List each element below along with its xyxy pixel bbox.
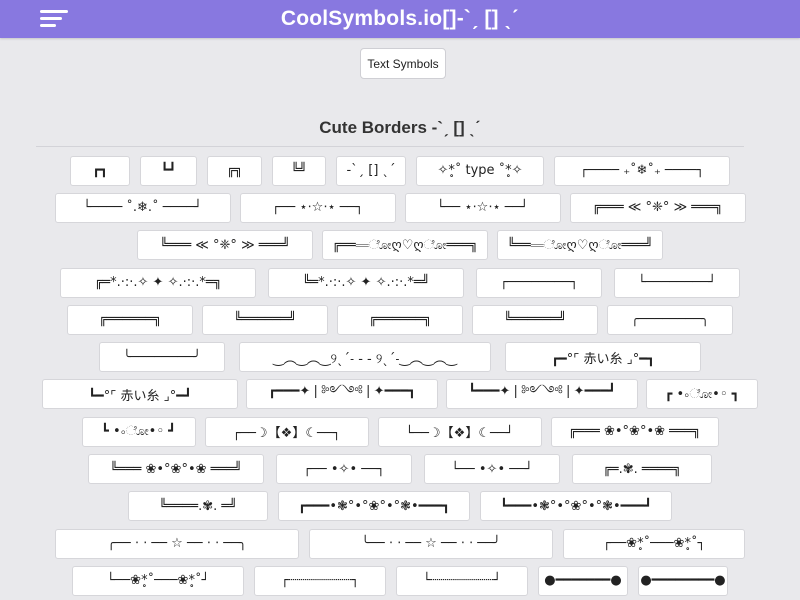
- border-symbol-button[interactable]: ╔═══ ❀•°❀°•❀ ═══╗: [550, 416, 719, 447]
- border-symbol-button[interactable]: ●━━━━━━━●: [538, 565, 628, 596]
- border-symbol-button[interactable]: ┗┛: [140, 155, 197, 186]
- border-symbol-button[interactable]: ┌──❀*̥˚───❀*̥˚┐: [563, 528, 745, 559]
- border-symbol-button[interactable]: ┏━━━•❃°•°❀°•°❃•━━━┓: [278, 491, 470, 522]
- border-symbol-button[interactable]: └──❀*̥˚───❀*̥˚┘: [72, 565, 244, 596]
- border-symbol-button[interactable]: ╚═*.·:·.✧ ✦ ✧.·:·.*═╝: [268, 267, 464, 298]
- border-symbol-button[interactable]: -`ˏ [] ˎˊ: [336, 155, 406, 186]
- border-symbol-button[interactable]: ●━━━━━━━━●: [638, 565, 728, 596]
- border-symbol-button[interactable]: ╚══════╝: [472, 304, 598, 335]
- border-symbol-button[interactable]: └── ⋆⋅☆⋅⋆ ──┘: [404, 192, 561, 223]
- border-symbol-button[interactable]: └┈┈┈┈┈┈┈┈┘: [396, 565, 528, 596]
- border-symbol-button[interactable]: ╔═══ೋღ♡ღೋ═══╗: [322, 230, 488, 261]
- border-symbol-button[interactable]: └──☽【❖】☾──┘: [377, 416, 542, 447]
- border-symbol-button[interactable]: ┏┓: [70, 155, 130, 186]
- section-title: Cute Borders -`ˏ [] ˎˊ: [319, 118, 481, 137]
- border-symbol-button[interactable]: ┌──── ₊˚❄˚₊ ────┐: [554, 155, 730, 186]
- border-row: └──── ˚.❄.˚ ────┘ ┌── ⋆⋅☆⋅⋆ ──┐ └── ⋆⋅☆⋅⋆ …: [0, 189, 800, 226]
- border-row: ┗━°⌜ 赤い糸 ⌟°━┛ ┏━━━✦❘༻༺❘✦━━━┓ ┗━━━✦❘༻༺❘✦━━━…: [0, 376, 800, 413]
- border-symbol-button[interactable]: ‿︵‿︵‿୨ˎˊ˗ - - ୨ˎˊ˗‿︵‿︵‿: [239, 342, 491, 373]
- border-symbol-button[interactable]: └──── ˚.❄.˚ ────┘: [54, 192, 231, 223]
- site-title[interactable]: CoolSymbols.io[]-`ˏ [] ˎˊ: [281, 7, 519, 31]
- hamburger-menu-icon[interactable]: [40, 8, 68, 30]
- border-symbol-button[interactable]: └── •✧• ──┘: [424, 454, 560, 485]
- border-symbol-button[interactable]: ╚═══ ≪ °❈° ≫ ═══╝: [137, 230, 313, 261]
- border-symbol-button[interactable]: ┏ •◦ೋ•◦ ┓: [646, 379, 758, 410]
- border-symbol-button[interactable]: ┗━━━•❃°•°❀°•°❃•━━━┛: [480, 491, 672, 522]
- border-row: ╚════.✾. ═╝ ┏━━━•❃°•°❀°•°❃•━━━┓ ┗━━━•❃°•°❀…: [0, 488, 800, 525]
- border-row: ╚═══ ≪ °❈° ≫ ═══╝ ╔═══ೋღ♡ღೋ═══╗ ╚═══ೋღ♡ღೋ═…: [0, 227, 800, 264]
- border-symbol-button[interactable]: ╭── ⋅ ⋅ ── ☆ ── ⋅ ⋅ ──╮: [55, 528, 299, 559]
- border-symbol-button[interactable]: └────────┘: [614, 267, 740, 298]
- border-row: ╭── ⋅ ⋅ ── ☆ ── ⋅ ⋅ ──╮ ╰── ⋅ ⋅ ── ☆ ── ⋅…: [0, 525, 800, 562]
- border-symbol-button[interactable]: ╰── ⋅ ⋅ ── ☆ ── ⋅ ⋅ ──╯: [309, 528, 553, 559]
- border-symbol-button[interactable]: ╔═.✾. ════╗: [572, 454, 712, 485]
- border-symbol-button[interactable]: ╚════.✾. ═╝: [128, 491, 268, 522]
- border-symbols-grid: ┏┓ ┗┛ ╔╗ ╚╝ -`ˏ [] ˎˊ ✧*̥˚ type ˚*̥✧ ┌──── ₊˚❄…: [0, 152, 800, 600]
- border-symbol-button[interactable]: ┌────────┐: [476, 267, 602, 298]
- border-symbol-button[interactable]: ┏━━━✦❘༻༺❘✦━━━┓: [246, 379, 438, 410]
- border-symbol-button[interactable]: ┌──☽【❖】☾──┐: [204, 416, 369, 447]
- section-divider: [36, 146, 744, 147]
- border-symbol-button[interactable]: ┌── •✧• ──┐: [276, 454, 412, 485]
- text-symbols-button[interactable]: Text Symbols: [360, 48, 446, 79]
- border-symbol-button[interactable]: ┗━━━✦❘༻༺❘✦━━━┛: [446, 379, 638, 410]
- border-row: ╚═══ ❀•°❀°•❀ ═══╝ ┌── •✧• ──┐ └── •✧• ──┘ ╔…: [0, 450, 800, 487]
- border-symbol-button[interactable]: ╚═══ ❀•°❀°•❀ ═══╝: [88, 454, 264, 485]
- border-symbol-button[interactable]: ╔╗: [207, 155, 262, 186]
- border-symbol-button[interactable]: ╰────────╯: [99, 342, 225, 373]
- border-symbol-button[interactable]: ┌── ⋆⋅☆⋅⋆ ──┐: [239, 192, 396, 223]
- border-row: ┏┓ ┗┛ ╔╗ ╚╝ -`ˏ [] ˎˊ ✧*̥˚ type ˚*̥✧ ┌──── ₊˚❄…: [0, 152, 800, 189]
- border-symbol-button[interactable]: ┌┈┈┈┈┈┈┈┈┐: [254, 565, 386, 596]
- border-symbol-button[interactable]: ┏━°⌜ 赤い糸 ⌟°━┓: [505, 342, 701, 373]
- border-symbol-button[interactable]: ┗━°⌜ 赤い糸 ⌟°━┛: [42, 379, 238, 410]
- border-symbol-button[interactable]: ╚═══ೋღ♡ღೋ═══╝: [497, 230, 663, 261]
- border-symbol-button[interactable]: ╔══════╗: [67, 304, 193, 335]
- border-row: └──❀*̥˚───❀*̥˚┘ ┌┈┈┈┈┈┈┈┈┐ └┈┈┈┈┈┈┈┈┘ ●━━━━…: [0, 562, 800, 599]
- border-row: ╰────────╯ ‿︵‿︵‿୨ˎˊ˗ - - ୨ˎˊ˗‿︵‿︵‿ ┏━°⌜ 赤い…: [0, 338, 800, 375]
- border-symbol-button[interactable]: ╔══════╗: [337, 304, 463, 335]
- border-row: ╔══════╗ ╚══════╝ ╔══════╗ ╚══════╝ ╭───────…: [0, 301, 800, 338]
- border-symbol-button[interactable]: ╭────────╮: [607, 304, 733, 335]
- border-symbol-button[interactable]: ╔═══ ≪ °❈° ≫ ═══╗: [569, 192, 746, 223]
- border-symbol-button[interactable]: ╔═*.·:·.✧ ✦ ✧.·:·.*═╗: [60, 267, 256, 298]
- border-row: ┗ •◦ೋ•◦ ┛ ┌──☽【❖】☾──┐ └──☽【❖】☾──┘ ╔═══ ❀•°❀…: [0, 413, 800, 450]
- border-symbol-button[interactable]: ┗ •◦ೋ•◦ ┛: [81, 416, 196, 447]
- border-symbol-button[interactable]: ╚╝: [272, 155, 326, 186]
- border-row: ╔═*.·:·.✧ ✦ ✧.·:·.*═╗ ╚═*.·:·.✧ ✦ ✧.·:·.*…: [0, 264, 800, 301]
- border-symbol-button[interactable]: ╚══════╝: [202, 304, 328, 335]
- border-symbol-button[interactable]: ✧*̥˚ type ˚*̥✧: [416, 155, 544, 186]
- top-navigation-bar: CoolSymbols.io[]-`ˏ [] ˎˊ: [0, 0, 800, 38]
